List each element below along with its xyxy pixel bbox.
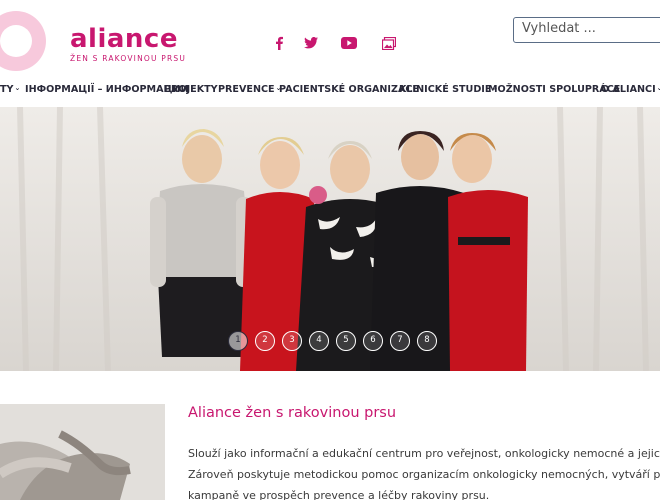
intro-line: Slouží jako informační a edukační centru…: [188, 447, 660, 460]
site-header: aliance ŽEN S RAKOVINOU PRSU Vyhledat ..…: [0, 0, 660, 78]
search-placeholder: Vyhledat ...: [522, 21, 596, 36]
logo[interactable]: aliance ŽEN S RAKOVINOU PRSU: [70, 26, 186, 63]
nav-item-label: PACIENTSKÉ ORGANIZACE: [279, 84, 419, 95]
twitter-icon[interactable]: [302, 34, 320, 52]
slide-dot[interactable]: 3: [282, 331, 302, 351]
nav-item-ty[interactable]: TY⌄: [0, 84, 20, 95]
main-nav: TY⌄ ІНФОРМАЦІЇ – ИНФОРМАЦИИ PROJEKTY PRE…: [0, 78, 660, 106]
slide-dot[interactable]: 1: [228, 331, 248, 351]
intro-title: Aliance žen s rakovinou prsu: [188, 405, 397, 421]
nav-item-label: PREVENCE: [218, 84, 275, 95]
slide-dot[interactable]: 2: [255, 331, 275, 351]
nav-item-label: PROJEKTY: [164, 84, 218, 95]
logo-circle-icon[interactable]: [0, 8, 54, 74]
intro-line: kampaně ve prospěch prevence a léčby rak…: [188, 489, 490, 500]
slide-dot[interactable]: 5: [336, 331, 356, 351]
intro-paragraph: Slouží jako informační a edukační centru…: [188, 443, 660, 500]
nav-item-label: O ALIANCI: [601, 84, 656, 95]
youtube-icon[interactable]: [340, 34, 358, 52]
nav-item-label: TY: [0, 84, 14, 95]
gallery-icon[interactable]: [380, 34, 398, 52]
facebook-icon[interactable]: [270, 34, 288, 52]
hero-photo: [0, 107, 660, 371]
nav-item-o-alianci[interactable]: O ALIANCI⌄: [601, 84, 660, 95]
chevron-down-icon: ⌄: [14, 84, 21, 92]
slide-dot[interactable]: 7: [390, 331, 410, 351]
nav-item-projekty[interactable]: PROJEKTY: [164, 84, 218, 95]
slide-dot[interactable]: 6: [363, 331, 383, 351]
nav-item-label: KLINICKÉ STUDIE: [399, 84, 492, 95]
search-input[interactable]: Vyhledat ...: [513, 17, 660, 43]
logo-wordmark: aliance: [70, 24, 178, 54]
nav-item-klinicke-studie[interactable]: KLINICKÉ STUDIE⌄: [399, 84, 498, 95]
hands-photo: [0, 404, 165, 500]
intro-line: Zároveň poskytuje metodickou pomoc organ…: [188, 468, 660, 481]
nav-item-pacientske-organizace[interactable]: PACIENTSKÉ ORGANIZACE: [279, 84, 419, 95]
hero-slider[interactable]: 1 2 3 4 5 6 7 8: [0, 107, 660, 371]
slide-dot[interactable]: 4: [309, 331, 329, 351]
nav-item-prevence[interactable]: PREVENCE⌄: [218, 84, 281, 95]
slide-dot[interactable]: 8: [417, 331, 437, 351]
logo-tagline: ŽEN S RAKOVINOU PRSU: [70, 54, 187, 63]
